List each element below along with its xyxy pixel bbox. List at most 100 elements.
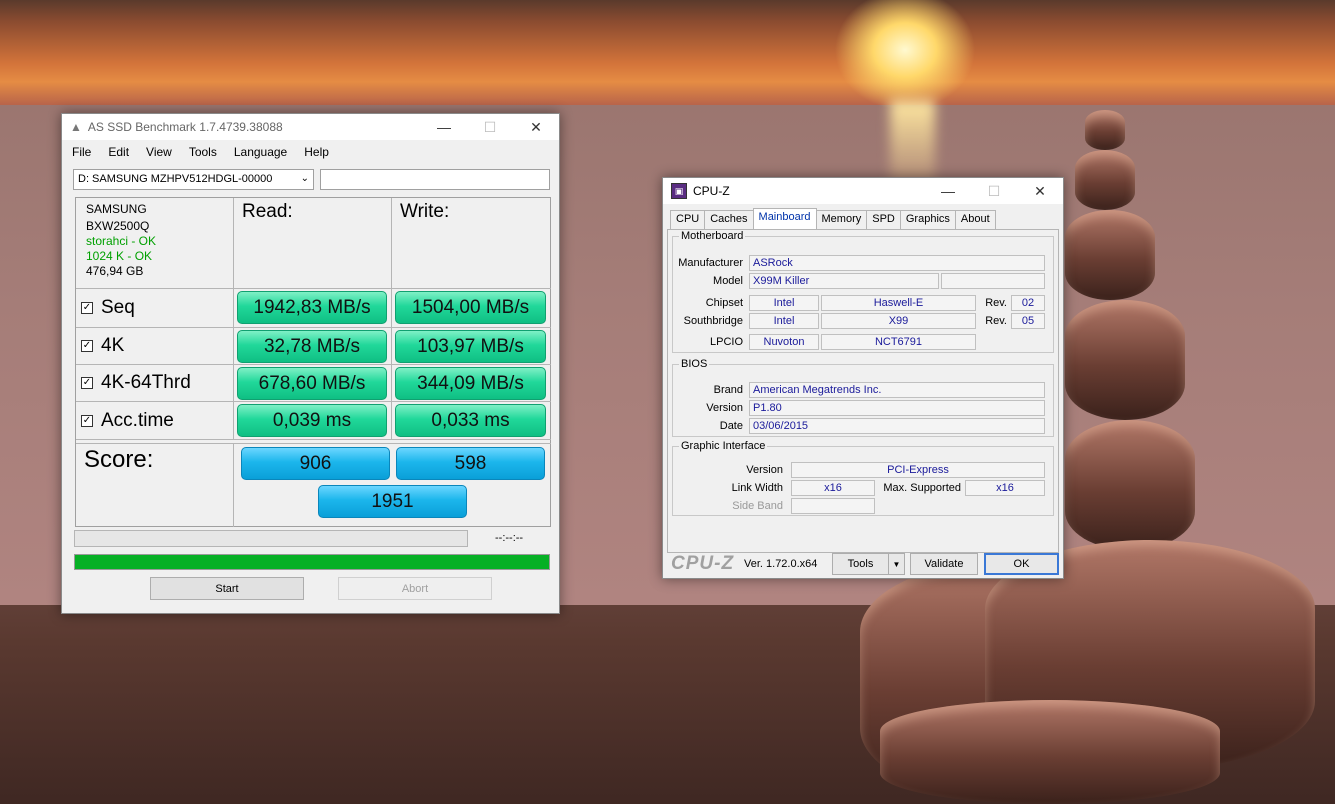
southbridge-label: Southbridge [683, 315, 743, 327]
test-4k-64thrd[interactable]: ✓ 4K-64Thrd [76, 365, 234, 402]
overall-progress-bar [74, 554, 550, 570]
as-ssd-window: ▲ AS SSD Benchmark 1.7.4739.38088 — ☐ ✕ … [61, 113, 560, 614]
lpcio-vendor: Nuvoton [749, 334, 819, 350]
bios-version-label: Version [706, 402, 743, 414]
as-ssd-titlebar[interactable]: ▲ AS SSD Benchmark 1.7.4739.38088 — ☐ ✕ [62, 114, 559, 140]
test-acc-time[interactable]: ✓ Acc.time [76, 402, 234, 440]
menu-edit[interactable]: Edit [108, 145, 129, 159]
test-seq[interactable]: ✓ Seq [76, 289, 234, 328]
test-4k[interactable]: ✓ 4K [76, 328, 234, 365]
validate-button[interactable]: Validate [910, 553, 978, 575]
motherboard-group: Motherboard Manufacturer ASRock Model X9… [672, 230, 1054, 353]
wooden-post [1065, 420, 1195, 550]
cpu-z-version: Ver. 1.72.0.x64 [744, 558, 818, 570]
graphic-interface-group: Graphic Interface Version PCI-Express Li… [672, 440, 1054, 516]
checkbox-checked-icon[interactable]: ✓ [81, 340, 93, 352]
test-progress-bar [74, 530, 468, 547]
menu-view[interactable]: View [146, 145, 172, 159]
tools-dropdown-button[interactable]: ▼ [888, 553, 905, 575]
minimize-button[interactable]: — [421, 114, 467, 140]
tab-graphics[interactable]: Graphics [899, 210, 956, 229]
link-width-label: Link Width [731, 482, 783, 494]
tab-memory[interactable]: Memory [815, 210, 868, 229]
4k-read-value: 32,78 MB/s [237, 330, 387, 363]
mainboard-panel: Motherboard Manufacturer ASRock Model X9… [667, 229, 1059, 553]
bios-group: BIOS Brand American Megatrends Inc. Vers… [672, 358, 1054, 437]
abort-button[interactable]: Abort [338, 577, 492, 600]
rev-label: Rev. [985, 297, 1007, 309]
cpu-z-app-icon: ▣ [671, 183, 687, 199]
lpcio-name: NCT6791 [821, 334, 976, 350]
menu-file[interactable]: File [72, 145, 91, 159]
cpu-z-logo: CPU-Z [671, 553, 735, 574]
write-header: Write: [392, 198, 551, 289]
tab-cpu[interactable]: CPU [670, 210, 706, 229]
side-band-value [791, 498, 875, 514]
gi-version-label: Version [746, 464, 783, 476]
tab-strip: CPU Caches Mainboard Memory SPD Graphics… [670, 208, 996, 229]
triangle-down-icon: ▼ [892, 559, 901, 569]
side-band-label: Side Band [732, 500, 783, 512]
southbridge-name: X99 [821, 313, 976, 329]
ok-button[interactable]: OK [984, 553, 1059, 575]
drive-app-icon: ▲ [70, 120, 82, 134]
read-header: Read: [234, 198, 392, 289]
seq-read-value: 1942,83 MB/s [237, 291, 387, 324]
bios-brand-value: American Megatrends Inc. [749, 382, 1045, 398]
drive-info: SAMSUNG BXW2500Q storahci - OK 1024 K - … [76, 198, 234, 289]
cpu-z-titlebar[interactable]: ▣ CPU-Z — ☐ ✕ [663, 178, 1063, 204]
4k64-write-value: 344,09 MB/s [395, 367, 546, 400]
score-total-value: 1951 [318, 485, 467, 518]
test-label: Acc.time [101, 409, 174, 431]
bios-version-value: P1.80 [749, 400, 1045, 416]
tab-about[interactable]: About [954, 210, 996, 229]
alignment-status: 1024 K - OK [86, 249, 153, 263]
close-button[interactable]: ✕ [513, 114, 559, 140]
overall-progress-fill [75, 555, 549, 569]
max-supported-label: Max. Supported [883, 482, 961, 494]
score-write-value: 598 [396, 447, 545, 480]
link-width-value: x16 [791, 480, 875, 496]
acc-read-value: 0,039 ms [237, 404, 387, 437]
checkbox-checked-icon[interactable]: ✓ [81, 377, 93, 389]
bios-date-label: Date [719, 420, 743, 432]
elapsed-time: --:--:-- [495, 532, 524, 544]
cpu-z-footer: CPU-Z Ver. 1.72.0.x64 Tools ▼ Validate O… [671, 553, 1059, 575]
chevron-down-icon: ⌄ [300, 173, 309, 184]
chipset-name: Haswell-E [821, 295, 976, 311]
drive-select-value: D: SAMSUNG MZHPV512HDGL-00000 [78, 173, 273, 185]
southbridge-rev: 05 [1011, 313, 1045, 329]
4k64-read-value: 678,60 MB/s [237, 367, 387, 400]
tab-spd[interactable]: SPD [866, 210, 901, 229]
graphic-interface-legend: Graphic Interface [681, 440, 766, 452]
start-button[interactable]: Start [150, 577, 304, 600]
drive-text-field[interactable] [320, 169, 550, 190]
tab-caches[interactable]: Caches [704, 210, 754, 229]
model-label: Model [713, 275, 743, 287]
rev-label: Rev. [985, 315, 1007, 327]
bios-date-value: 03/06/2015 [749, 418, 1045, 434]
menu-bar: File Edit View Tools Language Help [62, 140, 559, 164]
menu-tools[interactable]: Tools [189, 145, 217, 159]
menu-help[interactable]: Help [304, 145, 329, 159]
max-supported-value: x16 [965, 480, 1045, 496]
menu-language[interactable]: Language [234, 145, 287, 159]
score-label: Score: [76, 444, 234, 527]
test-label: 4K [101, 335, 125, 356]
minimize-button[interactable]: — [925, 178, 971, 204]
drive-select[interactable]: D: SAMSUNG MZHPV512HDGL-00000 ⌄ [73, 169, 314, 190]
checkbox-checked-icon[interactable]: ✓ [81, 302, 93, 314]
chipset-vendor: Intel [749, 295, 819, 311]
drive-size: 476,94 GB [86, 264, 144, 278]
maximize-button[interactable]: ☐ [467, 114, 513, 140]
tools-button[interactable]: Tools [832, 553, 889, 575]
benchmark-grid: SAMSUNG BXW2500Q storahci - OK 1024 K - … [75, 197, 551, 527]
tab-mainboard[interactable]: Mainboard [752, 208, 817, 229]
motherboard-legend: Motherboard [681, 230, 744, 242]
wooden-post [1065, 210, 1155, 300]
lpcio-label: LPCIO [709, 336, 743, 348]
close-button[interactable]: ✕ [1017, 178, 1063, 204]
window-title: CPU-Z [693, 184, 730, 198]
checkbox-checked-icon[interactable]: ✓ [81, 414, 93, 427]
maximize-button[interactable]: ☐ [971, 178, 1017, 204]
